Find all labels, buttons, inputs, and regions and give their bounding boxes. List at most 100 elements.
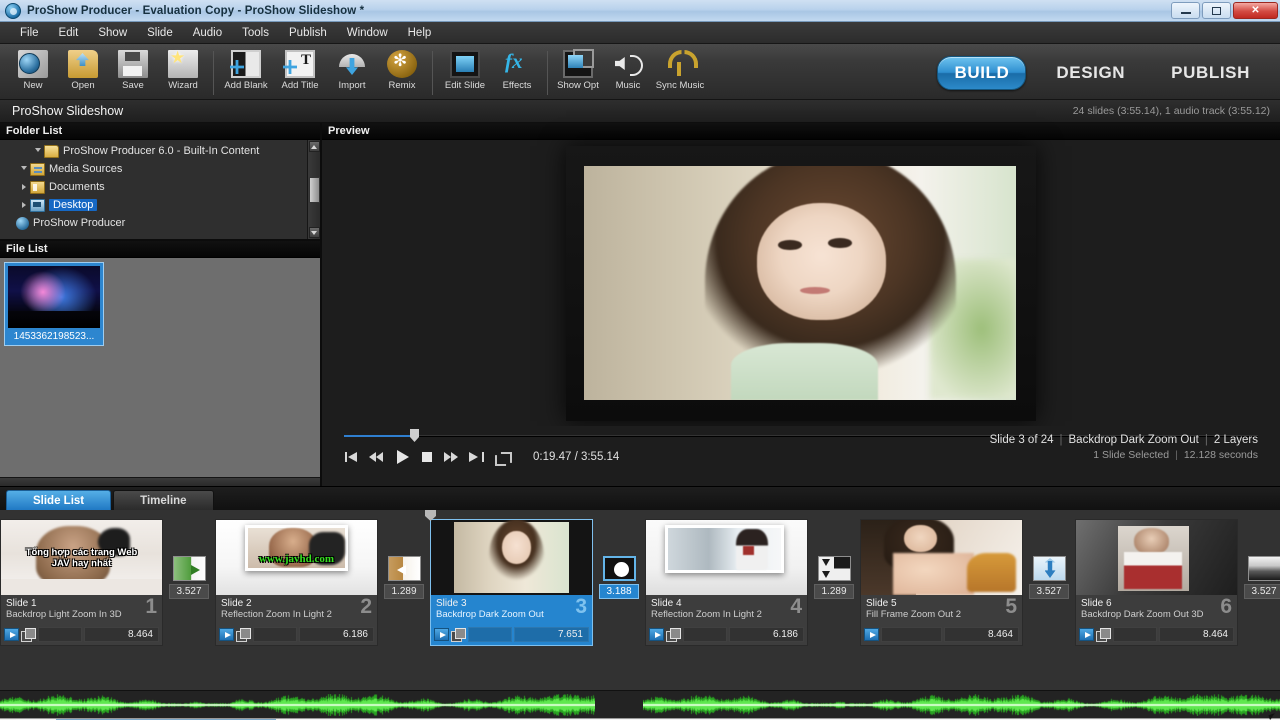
slide-preview-play-button[interactable] [1079,628,1094,641]
slide-item[interactable]: Tổng hợp các trang Web JAV hay nhất Slide … [0,519,163,646]
folder-tree-item[interactable]: ProShow Producer 6.0 - Built-In Content [0,142,320,160]
slide-thumbnail[interactable] [431,520,592,595]
menu-item-window[interactable]: Window [337,24,398,42]
menu-item-publish[interactable]: Publish [279,24,337,42]
folder-tree-item[interactable]: Media Sources [0,160,320,178]
minimize-button[interactable] [1171,2,1200,19]
menu-item-edit[interactable]: Edit [49,24,89,42]
slide-duration[interactable]: 8.464 [944,627,1019,642]
last-slide-button[interactable] [469,450,485,464]
menu-item-file[interactable]: File [10,24,49,42]
toolbar-button-new[interactable]: New [8,47,58,91]
folder-tree-item[interactable]: Desktop [0,196,320,214]
transition-item[interactable]: 3.188 [593,556,645,599]
scrubber-handle[interactable] [410,429,419,442]
file-grid[interactable]: 1453362198523... [0,258,320,477]
folder-tree-item[interactable]: Documents [0,178,320,196]
transition-duration[interactable]: 1.289 [384,584,424,599]
transition-item[interactable]: 1.289 [808,556,860,599]
transition-item[interactable]: 1.289 [378,556,430,599]
slide-preview-play-button[interactable] [434,628,449,641]
slide-layers-icon[interactable] [451,628,466,642]
circle-iris-icon[interactable] [602,556,636,581]
slide-preview-play-button[interactable] [219,628,234,641]
slide-preview-play-button[interactable] [649,628,664,641]
transition-item[interactable]: 3.527 [1023,556,1075,599]
slide-thumbnail[interactable] [646,520,807,595]
slide-item[interactable]: Slide 3 Backdrop Dark Zoom Out 3 7.651 [430,519,593,646]
toolbar-button-open[interactable]: Open [58,47,108,91]
fullscreen-button[interactable] [494,450,510,464]
first-slide-button[interactable] [344,450,360,464]
toolbar-button-edit-slide[interactable]: Edit Slide [438,47,492,91]
slide-duration[interactable]: 6.186 [299,627,374,642]
tab-slide-list[interactable]: Slide List [6,490,112,510]
maximize-button[interactable] [1202,2,1231,19]
folder-tree[interactable]: ProShow Producer 6.0 - Built-In Content M… [0,140,320,239]
slide-item[interactable]: www.javhd.com Slide 2 Reflection Zoom In L… [215,519,378,646]
toolbar-button-music[interactable]: Music [603,47,653,91]
slide-duration[interactable]: 8.464 [84,627,159,642]
audio-waveform-left[interactable] [0,694,595,716]
toolbar-button-add-title[interactable]: Add Title [273,47,327,91]
wipe-left-tan-icon[interactable] [387,556,421,581]
transition-duration[interactable]: 3.527 [1029,584,1069,599]
chevron-right-icon[interactable] [18,202,30,208]
folder-tree-item[interactable]: ProShow Producer [0,214,320,232]
file-list-scrollbar[interactable] [0,477,320,486]
audio-waveform-right[interactable] [643,694,1280,716]
rewind-button[interactable] [369,450,385,464]
slide-preview-play-button[interactable] [4,628,19,641]
slide-thumbnail[interactable]: www.javhd.com [216,520,377,595]
menu-item-audio[interactable]: Audio [183,24,232,42]
toolbar-button-wizard[interactable]: Wizard [158,47,208,91]
slide-duration[interactable]: 6.186 [729,627,804,642]
mode-button-publish[interactable]: PUBLISH [1155,57,1266,89]
transition-duration[interactable]: 3.527 [169,584,209,599]
audio-track[interactable] [0,690,1280,718]
toolbar-button-sync-music[interactable]: Sync Music [653,47,707,91]
tab-timeline[interactable]: Timeline [113,490,214,510]
toolbar-button-save[interactable]: Save [108,47,158,91]
toolbar-button-show-opt[interactable]: Show Opt [553,47,603,91]
mode-button-build[interactable]: BUILD [937,56,1027,90]
menu-item-show[interactable]: Show [88,24,137,42]
slide-item[interactable]: Slide 6 Backdrop Dark Zoom Out 3D 6 8.464 [1075,519,1238,646]
menu-item-slide[interactable]: Slide [137,24,183,42]
folder-scroll-thumb[interactable] [308,176,320,203]
transition-item[interactable]: 3.527 [163,556,215,599]
toolbar-button-effects[interactable]: Effects [492,47,542,91]
chevron-down-icon[interactable] [32,147,44,155]
close-button[interactable]: ✕ [1233,2,1278,19]
toolbar-button-add-blank[interactable]: Add Blank [219,47,273,91]
toolbar-button-remix[interactable]: Remix [377,47,427,91]
transition-item[interactable]: 3.527 [1238,556,1280,599]
push-updown-icon[interactable] [817,556,851,581]
scroll-down-icon[interactable] [308,227,320,238]
slide-down-blue-icon[interactable] [1032,556,1066,581]
transition-duration[interactable]: 3.527 [1244,584,1280,599]
slide-layers-icon[interactable] [236,628,251,642]
preview-stage[interactable] [322,140,1280,426]
fade-gradient-icon[interactable] [1247,556,1280,581]
slide-layers-icon[interactable] [666,628,681,642]
scroll-up-icon[interactable] [308,141,320,152]
transition-duration[interactable]: 1.289 [814,584,854,599]
folder-tree-scrollbar[interactable] [307,140,320,239]
slide-duration[interactable]: 8.464 [1159,627,1234,642]
play-button[interactable] [394,450,410,464]
slide-duration[interactable]: 7.651 [514,627,589,642]
slide-thumbnail[interactable] [1076,520,1237,595]
toolbar-button-import[interactable]: Import [327,47,377,91]
file-tile[interactable]: 1453362198523... [4,262,104,346]
slide-layers-icon[interactable] [21,628,36,642]
menu-item-tools[interactable]: Tools [232,24,279,42]
wipe-right-green-icon[interactable] [172,556,206,581]
stop-button[interactable] [419,450,435,464]
transition-duration[interactable]: 3.188 [599,584,639,599]
slide-thumbnail[interactable] [861,520,1022,595]
fast-forward-button[interactable] [444,450,460,464]
slide-item[interactable]: Slide 4 Reflection Zoom In Light 2 4 6.186 [645,519,808,646]
chevron-down-icon[interactable] [18,165,30,173]
slide-item[interactable]: Slide 5 Fill Frame Zoom Out 2 5 8.464 [860,519,1023,646]
